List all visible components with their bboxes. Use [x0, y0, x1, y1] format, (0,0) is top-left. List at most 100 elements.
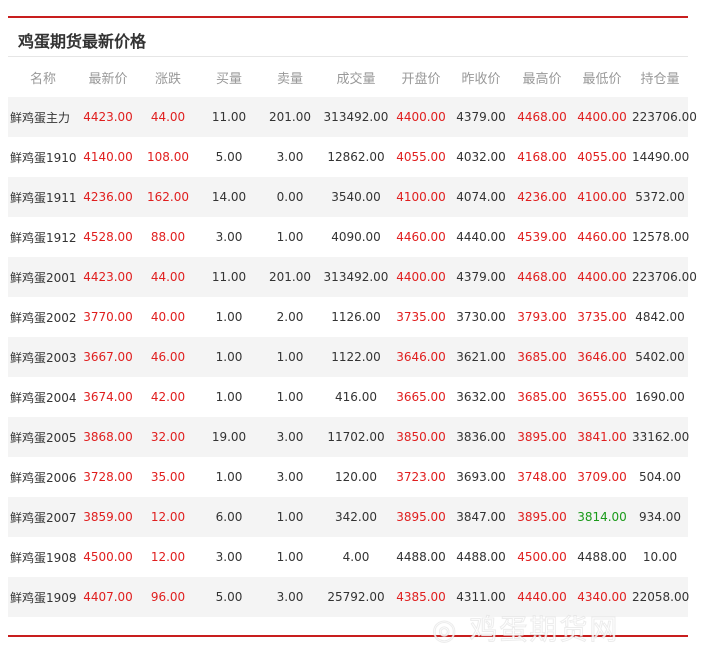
cell-prev-close: 3847.00 [450, 497, 512, 537]
cell-high: 3895.00 [512, 417, 572, 457]
cell-ask: 201.00 [260, 257, 320, 297]
cell-open: 3895.00 [392, 497, 450, 537]
table-row[interactable]: 鲜鸡蛋2004 3674.00 42.00 1.00 1.00 416.00 3665.00… [8, 377, 688, 417]
cell-last: 4423.00 [78, 257, 138, 297]
cell-volume: 12862.00 [327, 150, 385, 164]
cell-bid: 1.00 [215, 310, 243, 324]
cell-name: 鲜鸡蛋1909 [8, 577, 78, 617]
cell-volume: 25792.00 [320, 577, 392, 617]
table-row[interactable]: 鲜鸡蛋1908 4500.00 12.00 3.00 1.00 4.00 4488.00 44… [8, 537, 688, 577]
header-open-interest: 持仓量 [640, 71, 680, 87]
table-row[interactable]: 鲜鸡蛋1912 4528.00 88.00 3.00 1.00 4090.00 4460.0… [8, 217, 690, 257]
cell-prev-close: 3632.00 [456, 390, 506, 404]
header-bid: 买量 [215, 71, 242, 87]
cell-last: 4407.00 [78, 577, 138, 617]
cell-name: 鲜鸡蛋2004 [10, 390, 77, 405]
cell-open-interest: 12578.00 [632, 230, 690, 244]
cell-prev-close: 4440.00 [456, 230, 506, 244]
cell-open: 3735.00 [396, 310, 446, 324]
cell-high: 3793.00 [517, 310, 567, 324]
cell-low: 4460.00 [577, 230, 627, 244]
cell-last: 3674.00 [83, 390, 133, 404]
cell-low: 3646.00 [572, 337, 632, 377]
cell-open-interest: 10.00 [642, 550, 678, 564]
cell-open-interest: 22058.00 [632, 577, 689, 617]
cell-name: 鲜鸡蛋2007 [8, 497, 78, 537]
cell-name: 鲜鸡蛋2003 [8, 337, 78, 377]
header-volume: 成交量 [336, 71, 376, 87]
cell-last: 4528.00 [83, 230, 133, 244]
table-row[interactable]: 鲜鸡蛋2003 3667.00 46.00 1.00 1.00 1122.00 3646.0… [8, 337, 688, 377]
cell-change: 96.00 [138, 577, 198, 617]
table-row[interactable]: 鲜鸡蛋1911 4236.00 162.00 14.00 0.00 3540.00 4100… [8, 177, 688, 217]
table-row[interactable]: 鲜鸡蛋2001 4423.00 44.00 11.00 201.00 313492.00 4… [8, 257, 697, 297]
cell-high: 3685.00 [512, 337, 572, 377]
cell-volume: 4.00 [342, 550, 370, 564]
cell-prev-close: 4032.00 [456, 150, 506, 164]
cell-low: 4400.00 [572, 97, 632, 137]
cell-bid: 3.00 [215, 230, 243, 244]
table-row[interactable]: 鲜鸡蛋2002 3770.00 40.00 1.00 2.00 1126.00 3735.0… [8, 297, 688, 337]
cell-open: 4100.00 [392, 177, 450, 217]
table-body: 鲜鸡蛋主力 4423.00 44.00 11.00 201.00 313492.00 440… [8, 97, 697, 617]
cell-change: 46.00 [138, 337, 198, 377]
cell-name: 鲜鸡蛋1912 [10, 230, 77, 245]
table-row[interactable]: 鲜鸡蛋2007 3859.00 12.00 6.00 1.00 342.00 3895.00… [8, 497, 688, 537]
cell-prev-close: 3621.00 [450, 337, 512, 377]
cell-bid: 5.00 [198, 577, 260, 617]
cell-high: 3748.00 [517, 470, 567, 484]
cell-change: 108.00 [147, 150, 189, 164]
cell-bid: 1.00 [215, 390, 243, 404]
cell-last: 3868.00 [78, 417, 138, 457]
cell-name: 鲜鸡蛋1911 [8, 177, 78, 217]
cell-bid: 19.00 [198, 417, 260, 457]
cell-prev-close: 4379.00 [450, 97, 512, 137]
cell-ask: 0.00 [260, 177, 320, 217]
cell-high: 4468.00 [512, 97, 572, 137]
cell-low: 3814.00 [572, 497, 632, 537]
cell-open-interest: 934.00 [632, 497, 688, 537]
cell-open: 3850.00 [392, 417, 450, 457]
cell-name: 鲜鸡蛋2002 [10, 310, 77, 325]
cell-high: 4500.00 [517, 550, 567, 564]
header-name: 名称 [29, 71, 56, 87]
cell-low: 4100.00 [572, 177, 632, 217]
cell-ask: 1.00 [276, 230, 304, 244]
cell-last: 3859.00 [78, 497, 138, 537]
cell-last: 4423.00 [78, 97, 138, 137]
table-row[interactable]: 鲜鸡蛋主力 4423.00 44.00 11.00 201.00 313492.00 440… [8, 97, 697, 137]
cell-open: 4055.00 [396, 150, 446, 164]
cell-bid: 3.00 [215, 550, 243, 564]
table-row[interactable]: 鲜鸡蛋1910 4140.00 108.00 5.00 3.00 12862.00 4055… [8, 137, 690, 177]
table-row[interactable]: 鲜鸡蛋2005 3868.00 32.00 19.00 3.00 11702.00 3850… [8, 417, 689, 457]
futures-price-table: 名称 最新价 涨跌 买量 卖量 成交量 开盘价 昨收价 最高价 最低价 持仓量 … [8, 57, 697, 617]
cell-open-interest: 4842.00 [635, 310, 685, 324]
cell-ask: 3.00 [276, 150, 304, 164]
cell-name: 鲜鸡蛋2006 [10, 470, 77, 485]
cell-volume: 1126.00 [331, 310, 381, 324]
cell-open-interest: 223706.00 [632, 257, 697, 297]
cell-volume: 11702.00 [320, 417, 392, 457]
table-row[interactable]: 鲜鸡蛋2006 3728.00 35.00 1.00 3.00 120.00 3723.00… [8, 457, 688, 497]
cell-ask: 3.00 [260, 577, 320, 617]
cell-low: 4400.00 [572, 257, 632, 297]
cell-high: 4236.00 [512, 177, 572, 217]
cell-low: 3735.00 [577, 310, 627, 324]
cell-ask: 1.00 [260, 337, 320, 377]
cell-open: 4460.00 [396, 230, 446, 244]
cell-ask: 1.00 [260, 497, 320, 537]
header-high: 最高价 [522, 71, 562, 87]
cell-low: 3655.00 [577, 390, 627, 404]
cell-open: 4400.00 [392, 97, 450, 137]
cell-name: 鲜鸡蛋主力 [8, 97, 78, 137]
header-change: 涨跌 [154, 71, 181, 87]
watermark-image: ◎ 鸡蛋期货网 [431, 613, 620, 647]
cell-change: 44.00 [138, 97, 198, 137]
cell-bid: 5.00 [215, 150, 243, 164]
cell-last: 4236.00 [78, 177, 138, 217]
cell-name: 鲜鸡蛋1910 [10, 150, 77, 165]
header-open: 开盘价 [401, 71, 441, 87]
cell-volume: 342.00 [320, 497, 392, 537]
top-accent-rule [8, 16, 688, 18]
cell-open-interest: 14490.00 [632, 150, 690, 164]
